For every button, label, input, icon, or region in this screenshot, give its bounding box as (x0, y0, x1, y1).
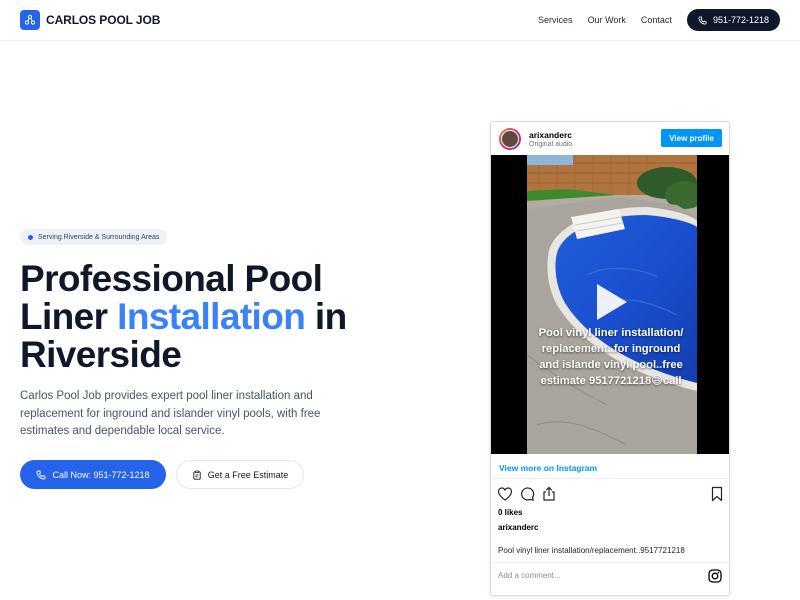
brand-logo[interactable]: CARLOS POOL JOB (20, 10, 160, 30)
call-now-button[interactable]: Call Now: 951-772-1218 (20, 460, 166, 489)
nav-our-work[interactable]: Our Work (588, 15, 626, 25)
instagram-header: arixanderc Original audio View profile (491, 122, 729, 155)
free-estimate-label: Get a Free Estimate (207, 469, 289, 480)
free-estimate-button[interactable]: Get a Free Estimate (176, 460, 304, 489)
instagram-author[interactable]: arixanderc (498, 523, 538, 532)
instagram-caption: Pool vinyl liner installation/replacemen… (498, 546, 685, 555)
clipboard-icon (193, 470, 201, 480)
hero-title-line1: Professional Pool (20, 258, 323, 299)
main-nav: Services Our Work Contact 951-772-1218 (538, 9, 780, 31)
comment-icon[interactable] (519, 486, 535, 502)
phone-icon (698, 15, 707, 25)
avatar-photo (501, 129, 519, 148)
phone-icon (37, 470, 46, 479)
hero-title-line2-start: Liner (20, 296, 118, 337)
hero-description: Carlos Pool Job provides expert pool lin… (20, 390, 321, 437)
instagram-video[interactable]: Pool vinyl liner installation/ replaceme… (491, 155, 729, 454)
hero-title-accent: Installation (117, 296, 306, 337)
instagram-audio[interactable]: Original audio (529, 141, 572, 148)
instagram-username[interactable]: arixanderc (529, 130, 572, 140)
instagram-divider (491, 562, 729, 563)
hero-title-line3: Riverside (20, 334, 182, 375)
header-call-label: 951-772-1218 (712, 15, 769, 25)
heart-icon[interactable] (497, 486, 513, 502)
badge-dot-icon (28, 234, 33, 240)
play-icon[interactable] (591, 280, 631, 324)
hero-title: Professional Pool Liner Installation in … (20, 260, 380, 374)
add-comment-input[interactable]: Add a comment... (498, 571, 561, 580)
nav-contact[interactable]: Contact (641, 15, 672, 25)
hero-title-line2-end: in (305, 296, 347, 337)
instagram-user-block: arixanderc Original audio (529, 130, 572, 148)
video-overlay-text: Pool vinyl liner installation/ replaceme… (538, 327, 684, 387)
instagram-likes: 0 likes (498, 508, 523, 517)
bookmark-icon[interactable] (709, 486, 725, 502)
share-icon[interactable] (541, 486, 557, 502)
instagram-divider (491, 478, 729, 479)
view-profile-button[interactable]: View profile (661, 129, 722, 147)
instagram-avatar[interactable] (499, 127, 521, 150)
instagram-actions (497, 486, 725, 502)
site-header: CARLOS POOL JOB Services Our Work Contac… (0, 0, 800, 41)
nav-services[interactable]: Services (538, 15, 573, 25)
call-now-label: Call Now: 951-772-1218 (52, 469, 150, 480)
header-call-button[interactable]: 951-772-1218 (686, 9, 780, 31)
instagram-logo-icon[interactable] (708, 569, 722, 583)
brand-name: CARLOS POOL JOB (46, 13, 161, 27)
instagram-embed: arixanderc Original audio View profile P… (490, 121, 730, 596)
service-area-badge: Serving Riverside & Surrounding Areas (20, 229, 168, 245)
service-area-label: Serving Riverside & Surrounding Areas (38, 233, 160, 241)
view-more-link[interactable]: View more on Instagram (499, 463, 597, 473)
pool-logo-icon (20, 10, 40, 30)
